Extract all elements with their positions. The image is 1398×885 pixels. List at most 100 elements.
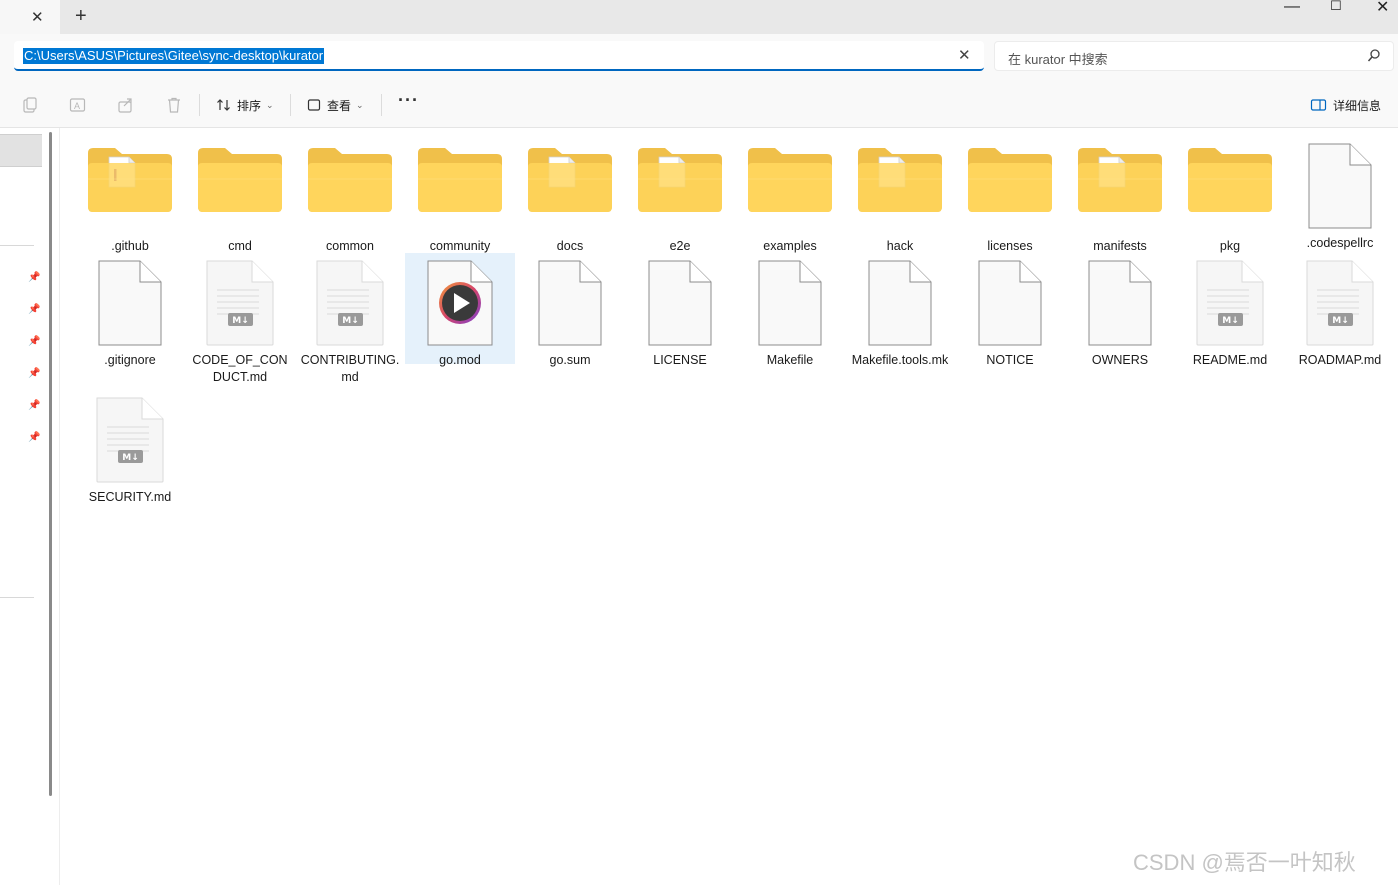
- file-item[interactable]: M↓ README.md: [1175, 260, 1285, 369]
- folder-icon: [1065, 145, 1175, 215]
- file-item[interactable]: docs: [515, 145, 625, 255]
- file-name: README.md: [1192, 353, 1268, 367]
- details-label: 详细信息: [1333, 98, 1382, 113]
- file-name: e2e: [669, 239, 691, 253]
- tab-active[interactable]: ✕: [0, 0, 60, 34]
- file-item[interactable]: .gitignore: [75, 260, 185, 369]
- file-icon: [955, 260, 1065, 346]
- pin-icon[interactable]: 📌: [28, 368, 40, 379]
- pin-icon[interactable]: 📌: [28, 272, 40, 283]
- file-name: OWNERS: [1091, 353, 1149, 367]
- file-item[interactable]: Makefile.tools.mk: [845, 260, 955, 369]
- file-item[interactable]: hack: [845, 145, 955, 255]
- file-item[interactable]: .codespellrc: [1285, 143, 1395, 252]
- file-icon: [735, 260, 845, 346]
- nav-scrollbar[interactable]: [49, 132, 52, 796]
- details-pane-icon: [1310, 99, 1327, 111]
- file-grid: .github cmd common community docs e2e examples…: [75, 135, 1395, 885]
- file-item[interactable]: M↓ CONTRIBUTING.md: [295, 260, 405, 386]
- file-item[interactable]: go.mod: [405, 253, 515, 367]
- chevron-down-icon: ⌄: [356, 99, 364, 110]
- file-item[interactable]: manifests: [1065, 145, 1175, 255]
- nav-item-selected[interactable]: [0, 134, 42, 167]
- file-item[interactable]: e2e: [625, 145, 735, 255]
- file-item[interactable]: cmd: [185, 145, 295, 255]
- markdown-file-icon: M↓: [295, 260, 405, 346]
- file-name: hack: [886, 239, 914, 253]
- file-item[interactable]: .github: [75, 145, 185, 255]
- search-box[interactable]: 在 kurator 中搜索: [994, 41, 1394, 71]
- file-item[interactable]: pkg: [1175, 145, 1285, 255]
- file-name: CODE_OF_CONDUCT.md: [192, 353, 288, 384]
- address-bar[interactable]: C:\Users\ASUS\Pictures\Gitee\sync-deskto…: [14, 41, 984, 71]
- file-item[interactable]: M↓ CODE_OF_CONDUCT.md: [185, 260, 295, 386]
- file-icon: [1285, 143, 1395, 229]
- file-name: pkg: [1219, 239, 1241, 253]
- file-name: Makefile.tools.mk: [851, 353, 949, 367]
- pin-icon[interactable]: 📌: [28, 432, 40, 443]
- nav-divider: [0, 597, 34, 598]
- folder-icon: [185, 145, 295, 215]
- share-icon[interactable]: [117, 96, 135, 114]
- address-path[interactable]: C:\Users\ASUS\Pictures\Gitee\sync-deskto…: [23, 48, 325, 64]
- pin-icon[interactable]: 📌: [28, 304, 40, 315]
- file-name: licenses: [987, 239, 1033, 253]
- delete-icon[interactable]: [165, 96, 183, 114]
- svg-text:A: A: [74, 101, 80, 111]
- file-name: NOTICE: [986, 353, 1034, 367]
- minimize-button[interactable]: —: [1284, 0, 1300, 16]
- markdown-file-icon: M↓: [185, 260, 295, 346]
- pin-icon[interactable]: 📌: [28, 400, 40, 411]
- file-icon: [625, 260, 735, 346]
- svg-text:M↓: M↓: [232, 316, 249, 326]
- details-pane-button[interactable]: 详细信息: [1310, 94, 1381, 116]
- file-item[interactable]: OWNERS: [1065, 260, 1175, 369]
- file-name: common: [326, 239, 374, 253]
- file-icon: [1065, 260, 1175, 346]
- file-icon: [75, 260, 185, 346]
- folder-icon: [405, 145, 515, 215]
- search-icon[interactable]: [1367, 48, 1381, 64]
- file-name: SECURITY.md: [88, 490, 172, 504]
- folder-icon: [75, 145, 185, 215]
- file-name: cmd: [228, 239, 252, 253]
- file-item[interactable]: M↓ ROADMAP.md: [1285, 260, 1395, 369]
- new-tab-button[interactable]: +: [75, 5, 87, 28]
- folder-icon: [955, 145, 1065, 215]
- file-item[interactable]: LICENSE: [625, 260, 735, 369]
- sort-button[interactable]: 排序 ⌄: [216, 94, 274, 116]
- view-button[interactable]: 查看 ⌄: [306, 94, 364, 116]
- file-name: go.sum: [549, 353, 591, 367]
- file-item[interactable]: go.sum: [515, 260, 625, 369]
- folder-icon: [1175, 145, 1285, 215]
- svg-text:M↓: M↓: [1222, 316, 1239, 326]
- more-options-button[interactable]: ···: [398, 90, 419, 111]
- file-item[interactable]: common: [295, 145, 405, 255]
- markdown-file-icon: M↓: [1285, 260, 1395, 346]
- file-item[interactable]: examples: [735, 145, 845, 255]
- close-window-button[interactable]: ✕: [1376, 0, 1389, 17]
- pin-icon[interactable]: 📌: [28, 336, 40, 347]
- nav-border: [59, 128, 60, 885]
- file-item[interactable]: community: [405, 145, 515, 255]
- view-icon: [307, 99, 321, 111]
- rename-icon[interactable]: A: [69, 96, 87, 114]
- sort-icon: [217, 99, 230, 111]
- tab-close-icon[interactable]: ✕: [31, 8, 44, 26]
- toolbar-divider: [199, 94, 200, 116]
- file-name: .gitignore: [104, 353, 156, 367]
- file-icon: [845, 260, 955, 346]
- clear-address-icon[interactable]: ✕: [958, 46, 971, 64]
- search-placeholder[interactable]: 在 kurator 中搜索: [1008, 49, 1108, 68]
- copy-icon[interactable]: [21, 96, 39, 114]
- file-item[interactable]: NOTICE: [955, 260, 1065, 369]
- file-item[interactable]: Makefile: [735, 260, 845, 369]
- svg-text:M↓: M↓: [122, 453, 139, 463]
- folder-icon: [735, 145, 845, 215]
- file-item[interactable]: M↓ SECURITY.md: [75, 397, 185, 506]
- file-name: CONTRIBUTING.md: [300, 353, 400, 384]
- maximize-button[interactable]: ☐: [1330, 0, 1342, 14]
- file-name: .github: [111, 239, 149, 253]
- file-item[interactable]: licenses: [955, 145, 1065, 255]
- toolbar-divider: [381, 94, 382, 116]
